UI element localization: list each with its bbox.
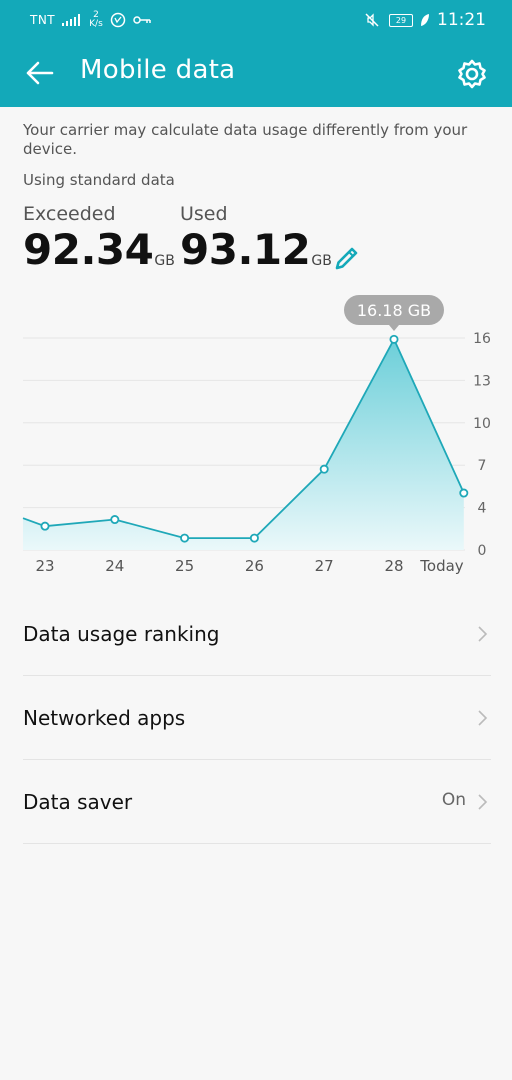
y-tick-label: 16 [473, 331, 491, 347]
app-bar: Mobile data [0, 40, 512, 107]
used-value-row: 93.12 GB [180, 227, 332, 273]
x-tick-label: Today [419, 557, 464, 575]
settings-list: Data usage ranking Networked apps Data s… [23, 592, 491, 844]
y-tick-label: 13 [473, 373, 491, 389]
y-tick-label: 4 [478, 501, 487, 517]
arrow-left-icon [26, 61, 54, 85]
x-tick-label: 24 [105, 557, 124, 575]
list-item-data-saver[interactable]: Data saver On [23, 760, 491, 844]
carrier-name: TNT [30, 13, 56, 27]
mute-icon [365, 13, 379, 27]
used-label: Used [180, 203, 228, 225]
used-stat: Used 93.12 GB [180, 203, 332, 273]
gear-icon [458, 59, 486, 89]
exceeded-value: 92.34 [23, 225, 154, 274]
settings-button[interactable] [454, 56, 490, 92]
back-button[interactable] [22, 55, 58, 91]
network-speed: 2 K/s [89, 11, 103, 29]
data-point[interactable] [40, 521, 50, 531]
leaf-icon [421, 14, 429, 26]
list-item-label: Networked apps [23, 705, 186, 730]
exceeded-stat: Exceeded 92.34 GB [23, 203, 175, 273]
y-tick-label: 10 [473, 416, 491, 432]
exceeded-label: Exceeded [23, 203, 116, 225]
x-tick-label: 27 [315, 557, 334, 575]
signal-icon [62, 14, 81, 26]
data-point[interactable] [180, 533, 190, 543]
used-unit: GB [311, 253, 332, 269]
list-item-networked-apps[interactable]: Networked apps [23, 676, 491, 760]
carrier-note: Your carrier may calculate data usage di… [23, 121, 468, 158]
edit-limit-button[interactable] [332, 243, 362, 273]
value-callout-pointer [389, 325, 399, 331]
data-point[interactable] [110, 515, 120, 525]
chevron-right-icon [478, 710, 488, 726]
x-tick-label: 23 [35, 557, 54, 575]
status-bar-left: TNT 2 K/s [30, 11, 151, 29]
status-bar-right: 29 11:21 [364, 10, 486, 30]
key-icon [133, 16, 151, 24]
x-tick-label: 25 [175, 557, 194, 575]
data-point[interactable] [319, 464, 329, 474]
list-item-data-usage-ranking[interactable]: Data usage ranking [23, 592, 491, 676]
exceeded-unit: GB [154, 253, 175, 269]
used-value: 93.12 [180, 225, 311, 274]
exceeded-value-row: 92.34 GB [23, 227, 175, 273]
usage-area [23, 339, 464, 550]
data-saver-status: On [441, 790, 466, 810]
y-tick-label: 0 [478, 543, 487, 559]
hd-call-icon [110, 12, 126, 28]
status-bar: TNT 2 K/s 29 11:21 [0, 0, 512, 40]
page-title: Mobile data [80, 55, 236, 85]
clock: 11:21 [437, 10, 486, 30]
chevron-right-icon [478, 794, 488, 810]
chevron-right-icon [478, 626, 488, 642]
list-item-label: Data usage ranking [23, 621, 220, 646]
x-tick-label: 28 [384, 557, 403, 575]
standard-data-label: Using standard data [23, 171, 175, 189]
value-callout-text: 16.18 GB [357, 301, 431, 320]
data-point[interactable] [459, 488, 469, 498]
pencil-icon [335, 247, 358, 270]
y-tick-label: 7 [478, 458, 487, 474]
data-point[interactable] [249, 533, 259, 543]
usage-chart: 16 13 10 7 4 0 23 24 25 26 27 28 Today 16.18 GB [22, 295, 491, 575]
network-speed-unit: K/s [89, 19, 103, 29]
list-item-label: Data saver [23, 789, 133, 814]
x-tick-label: 26 [245, 557, 264, 575]
data-point[interactable] [389, 334, 399, 344]
battery-indicator: 29 [389, 13, 413, 27]
